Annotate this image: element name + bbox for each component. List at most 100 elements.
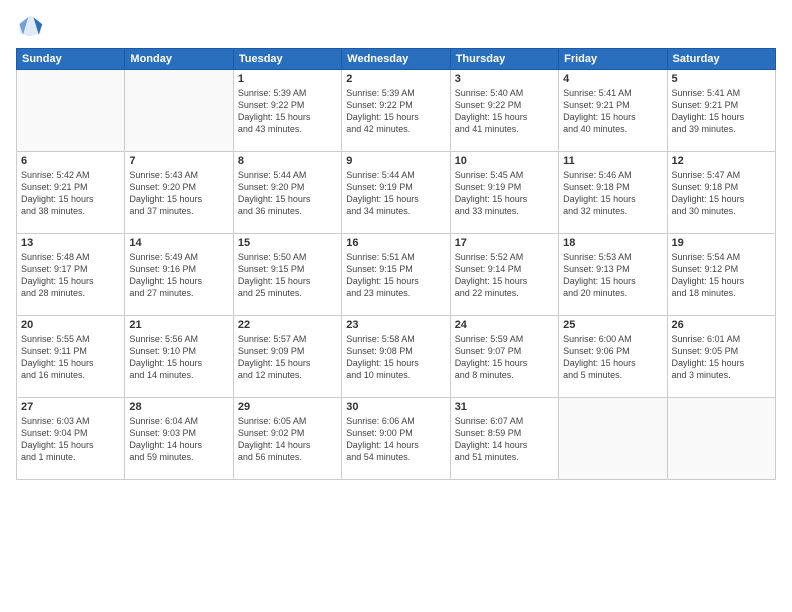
calendar-cell: 15Sunrise: 5:50 AM Sunset: 9:15 PM Dayli… bbox=[233, 234, 341, 316]
day-number: 17 bbox=[455, 237, 554, 249]
calendar-cell: 20 Sunrise: 5:55 AM Sunset: 9:11 PM Dayli… bbox=[17, 316, 125, 398]
cell-content: Sunrise: 6:06 AM Sunset: 9:00 PM Dayligh… bbox=[346, 415, 445, 464]
weekday-header-monday: Monday bbox=[125, 49, 233, 70]
calendar-cell: 12 Sunrise: 5:47 AM Sunset: 9:18 PM Dayli… bbox=[667, 152, 775, 234]
day-number: 3 bbox=[455, 73, 554, 85]
day-number: 26 bbox=[672, 319, 771, 331]
cell-content: Sunrise: 5:41 AM Sunset: 9:21 PM Dayligh… bbox=[563, 87, 662, 136]
calendar-cell: 8 Sunrise: 5:44 AM Sunset: 9:20 PM Daylig… bbox=[233, 152, 341, 234]
day-number: 4 bbox=[563, 73, 662, 85]
day-number: 2 bbox=[346, 73, 445, 85]
day-number: 10 bbox=[455, 155, 554, 167]
weekday-header-sunday: Sunday bbox=[17, 49, 125, 70]
day-number: 22 bbox=[238, 319, 337, 331]
calendar-cell: 1 Sunrise: 5:39 AM Sunset: 9:22 PM Daylig… bbox=[233, 70, 341, 152]
cell-content: Sunrise: 5:42 AM Sunset: 9:21 PM Dayligh… bbox=[21, 169, 120, 218]
cell-content: Sunrise: 5:58 AM Sunset: 9:08 PM Dayligh… bbox=[346, 333, 445, 382]
weekday-header-tuesday: Tuesday bbox=[233, 49, 341, 70]
calendar-cell: 19 Sunrise: 5:54 AM Sunset: 9:12 PM Dayli… bbox=[667, 234, 775, 316]
week-row-0: 1 Sunrise: 5:39 AM Sunset: 9:22 PM Daylig… bbox=[17, 70, 776, 152]
cell-content: Sunrise: 5:57 AM Sunset: 9:09 PM Dayligh… bbox=[238, 333, 337, 382]
page: SundayMondayTuesdayWednesdayThursdayFrid… bbox=[0, 0, 792, 612]
calendar-cell bbox=[559, 398, 667, 480]
week-row-1: 6 Sunrise: 5:42 AM Sunset: 9:21 PM Daylig… bbox=[17, 152, 776, 234]
day-number: 7 bbox=[129, 155, 228, 167]
day-number: 6 bbox=[21, 155, 120, 167]
cell-content: Sunrise: 5:46 AM Sunset: 9:18 PM Dayligh… bbox=[563, 169, 662, 218]
day-number: 24 bbox=[455, 319, 554, 331]
logo-icon bbox=[16, 12, 44, 40]
cell-content: Sunrise: 5:39 AM Sunset: 9:22 PM Dayligh… bbox=[238, 87, 337, 136]
week-row-4: 27 Sunrise: 6:03 AM Sunset: 9:04 PM Dayli… bbox=[17, 398, 776, 480]
cell-content: Sunrise: 5:53 AM Sunset: 9:13 PM Dayligh… bbox=[563, 251, 662, 300]
day-number: 23 bbox=[346, 319, 445, 331]
day-number: 30 bbox=[346, 401, 445, 413]
day-number: 8 bbox=[238, 155, 337, 167]
calendar-cell: 18 Sunrise: 5:53 AM Sunset: 9:13 PM Dayli… bbox=[559, 234, 667, 316]
cell-content: Sunrise: 5:56 AM Sunset: 9:10 PM Dayligh… bbox=[129, 333, 228, 382]
cell-content: Sunrise: 5:52 AM Sunset: 9:14 PM Dayligh… bbox=[455, 251, 554, 300]
calendar-cell: 24 Sunrise: 5:59 AM Sunset: 9:07 PM Dayli… bbox=[450, 316, 558, 398]
day-number: 29 bbox=[238, 401, 337, 413]
cell-content: Sunrise: 6:07 AM Sunset: 8:59 PM Dayligh… bbox=[455, 415, 554, 464]
cell-content: Sunrise: 5:44 AM Sunset: 9:20 PM Dayligh… bbox=[238, 169, 337, 218]
cell-content: Sunrise: 5:47 AM Sunset: 9:18 PM Dayligh… bbox=[672, 169, 771, 218]
logo bbox=[16, 12, 48, 40]
day-number: 9 bbox=[346, 155, 445, 167]
day-number: 12 bbox=[672, 155, 771, 167]
cell-content: Sunrise: 5:43 AM Sunset: 9:20 PM Dayligh… bbox=[129, 169, 228, 218]
calendar-cell: 16 Sunrise: 5:51 AM Sunset: 9:15 PM Dayli… bbox=[342, 234, 450, 316]
weekday-header-saturday: Saturday bbox=[667, 49, 775, 70]
day-number: 19 bbox=[672, 237, 771, 249]
calendar-cell: 5 Sunrise: 5:41 AM Sunset: 9:21 PM Daylig… bbox=[667, 70, 775, 152]
weekday-header-wednesday: Wednesday bbox=[342, 49, 450, 70]
cell-content: Sunrise: 5:49 AM Sunset: 9:16 PM Dayligh… bbox=[129, 251, 228, 300]
day-number: 16 bbox=[346, 237, 445, 249]
calendar-cell: 6 Sunrise: 5:42 AM Sunset: 9:21 PM Daylig… bbox=[17, 152, 125, 234]
calendar-cell bbox=[17, 70, 125, 152]
cell-content: Sunrise: 5:44 AM Sunset: 9:19 PM Dayligh… bbox=[346, 169, 445, 218]
cell-content: Sunrise: 5:55 AM Sunset: 9:11 PM Dayligh… bbox=[21, 333, 120, 382]
day-number: 20 bbox=[21, 319, 120, 331]
cell-content: Sunrise: 5:39 AM Sunset: 9:22 PM Dayligh… bbox=[346, 87, 445, 136]
calendar-cell: 4 Sunrise: 5:41 AM Sunset: 9:21 PM Daylig… bbox=[559, 70, 667, 152]
calendar-cell: 7 Sunrise: 5:43 AM Sunset: 9:20 PM Daylig… bbox=[125, 152, 233, 234]
calendar-cell: 2 Sunrise: 5:39 AM Sunset: 9:22 PM Daylig… bbox=[342, 70, 450, 152]
calendar-cell: 17 Sunrise: 5:52 AM Sunset: 9:14 PM Dayli… bbox=[450, 234, 558, 316]
day-number: 25 bbox=[563, 319, 662, 331]
cell-content: Sunrise: 5:54 AM Sunset: 9:12 PM Dayligh… bbox=[672, 251, 771, 300]
cell-content: Sunrise: 6:03 AM Sunset: 9:04 PM Dayligh… bbox=[21, 415, 120, 464]
cell-content: Sunrise: 6:00 AM Sunset: 9:06 PM Dayligh… bbox=[563, 333, 662, 382]
cell-content: Sunrise: 5:51 AM Sunset: 9:15 PM Dayligh… bbox=[346, 251, 445, 300]
cell-content: Sunrise: 6:05 AM Sunset: 9:02 PM Dayligh… bbox=[238, 415, 337, 464]
calendar-cell bbox=[667, 398, 775, 480]
day-number: 11 bbox=[563, 155, 662, 167]
week-row-2: 13Sunrise: 5:48 AM Sunset: 9:17 PM Dayli… bbox=[17, 234, 776, 316]
calendar-cell: 14 Sunrise: 5:49 AM Sunset: 9:16 PM Dayli… bbox=[125, 234, 233, 316]
calendar-cell: 13Sunrise: 5:48 AM Sunset: 9:17 PM Dayli… bbox=[17, 234, 125, 316]
cell-content: Sunrise: 5:50 AM Sunset: 9:15 PM Dayligh… bbox=[238, 251, 337, 300]
weekday-header-friday: Friday bbox=[559, 49, 667, 70]
day-number: 14 bbox=[129, 237, 228, 249]
calendar-cell: 11 Sunrise: 5:46 AM Sunset: 9:18 PM Dayli… bbox=[559, 152, 667, 234]
day-number: 18 bbox=[563, 237, 662, 249]
cell-content: Sunrise: 5:48 AM Sunset: 9:17 PM Dayligh… bbox=[21, 251, 120, 300]
calendar: SundayMondayTuesdayWednesdayThursdayFrid… bbox=[16, 48, 776, 480]
calendar-cell: 21 Sunrise: 5:56 AM Sunset: 9:10 PM Dayli… bbox=[125, 316, 233, 398]
day-number: 21 bbox=[129, 319, 228, 331]
day-number: 31 bbox=[455, 401, 554, 413]
day-number: 27 bbox=[21, 401, 120, 413]
cell-content: Sunrise: 5:41 AM Sunset: 9:21 PM Dayligh… bbox=[672, 87, 771, 136]
calendar-cell: 30 Sunrise: 6:06 AM Sunset: 9:00 PM Dayli… bbox=[342, 398, 450, 480]
week-row-3: 20 Sunrise: 5:55 AM Sunset: 9:11 PM Dayli… bbox=[17, 316, 776, 398]
day-number: 1 bbox=[238, 73, 337, 85]
weekday-header-row: SundayMondayTuesdayWednesdayThursdayFrid… bbox=[17, 49, 776, 70]
cell-content: Sunrise: 5:59 AM Sunset: 9:07 PM Dayligh… bbox=[455, 333, 554, 382]
calendar-cell: 3 Sunrise: 5:40 AM Sunset: 9:22 PM Daylig… bbox=[450, 70, 558, 152]
day-number: 5 bbox=[672, 73, 771, 85]
calendar-cell: 22 Sunrise: 5:57 AM Sunset: 9:09 PM Dayli… bbox=[233, 316, 341, 398]
day-number: 28 bbox=[129, 401, 228, 413]
calendar-cell: 29 Sunrise: 6:05 AM Sunset: 9:02 PM Dayli… bbox=[233, 398, 341, 480]
cell-content: Sunrise: 5:40 AM Sunset: 9:22 PM Dayligh… bbox=[455, 87, 554, 136]
calendar-cell: 23 Sunrise: 5:58 AM Sunset: 9:08 PM Dayli… bbox=[342, 316, 450, 398]
